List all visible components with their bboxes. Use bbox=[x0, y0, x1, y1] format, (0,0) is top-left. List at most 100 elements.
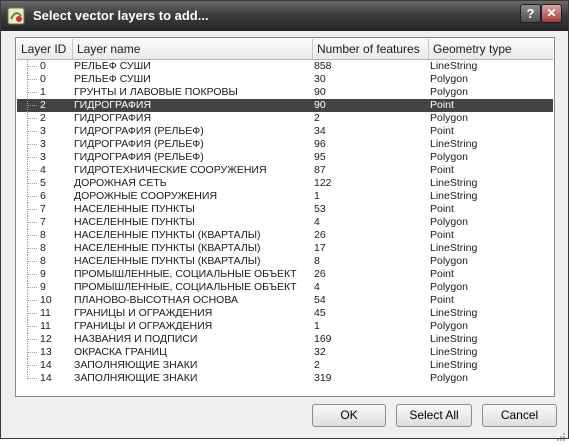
window-title: Select vector layers to add... bbox=[33, 8, 209, 23]
feature-count-cell: 4 bbox=[314, 216, 320, 228]
layer-name-cell: НАСЕЛЕННЫЕ ПУНКТЫ (КВАРТАЛЫ) bbox=[74, 229, 261, 241]
layer-id-cell: 0 bbox=[40, 73, 46, 85]
close-button[interactable]: ✕ bbox=[541, 4, 562, 23]
help-button[interactable]: ? bbox=[520, 4, 541, 23]
layer-id-cell: 13 bbox=[40, 346, 52, 358]
table-row[interactable]: 2 ГИДРОГРАФИЯ 90 Point bbox=[17, 99, 553, 112]
geometry-type-cell: LineString bbox=[430, 359, 478, 371]
tree-branch bbox=[27, 300, 37, 301]
feature-count-cell: 96 bbox=[314, 138, 326, 150]
table-row[interactable]: 3 ГИДРОГРАФИЯ (РЕЛЬЕФ) 34 Point bbox=[17, 125, 553, 138]
layer-name-cell: ЗАПОЛНЯЮЩИЕ ЗНАКИ bbox=[74, 372, 198, 384]
layer-id-cell: 9 bbox=[40, 268, 46, 280]
table-row[interactable]: 1 ГРУНТЫ И ЛАВОВЫЕ ПОКРОВЫ 90 Polygon bbox=[17, 86, 553, 99]
geometry-type-cell: Polygon bbox=[430, 372, 468, 384]
layer-name-cell: ДОРОЖНЫЕ СООРУЖЕНИЯ bbox=[74, 190, 218, 202]
geometry-type-cell: Polygon bbox=[430, 255, 468, 267]
geometry-type-cell: LineString bbox=[430, 242, 478, 254]
feature-count-cell: 17 bbox=[314, 242, 326, 254]
table-row[interactable]: 8 НАСЕЛЕННЫЕ ПУНКТЫ (КВАРТАЛЫ) 26 Point bbox=[17, 229, 553, 242]
geometry-type-cell: LineString bbox=[430, 346, 478, 358]
table-row[interactable]: 12 НАЗВАНИЯ И ПОДПИСИ 169 LineString bbox=[17, 333, 553, 346]
feature-count-cell: 2 bbox=[314, 359, 320, 371]
table-row[interactable]: 3 ГИДРОГРАФИЯ (РЕЛЬЕФ) 96 LineString bbox=[17, 138, 553, 151]
layer-id-cell: 8 bbox=[40, 242, 46, 254]
table-row[interactable]: 11 ГРАНИЦЫ И ОГРАЖДЕНИЯ 1 Polygon bbox=[17, 320, 553, 333]
table-row[interactable]: 7 НАСЕЛЕННЫЕ ПУНКТЫ 53 Point bbox=[17, 203, 553, 216]
feature-count-cell: 169 bbox=[314, 333, 332, 345]
feature-count-cell: 4 bbox=[314, 281, 320, 293]
tree-branch bbox=[27, 261, 37, 262]
table-header: Layer ID Layer name Number of features G… bbox=[17, 39, 553, 60]
tree-branch bbox=[27, 352, 37, 353]
feature-count-cell: 319 bbox=[314, 372, 332, 384]
cancel-button[interactable]: Cancel bbox=[482, 404, 557, 427]
table-row[interactable]: 6 ДОРОЖНЫЕ СООРУЖЕНИЯ 1 LineString bbox=[17, 190, 553, 203]
layer-id-cell: 14 bbox=[40, 372, 52, 384]
ok-button[interactable]: OK bbox=[312, 404, 386, 427]
feature-count-cell: 26 bbox=[314, 268, 326, 280]
table-row[interactable]: 3 ГИДРОГРАФИЯ (РЕЛЬЕФ) 95 Polygon bbox=[17, 151, 553, 164]
feature-count-cell: 122 bbox=[314, 177, 332, 189]
table-row[interactable]: 5 ДОРОЖНАЯ СЕТЬ 122 LineString bbox=[17, 177, 553, 190]
layer-name-cell: ГРУНТЫ И ЛАВОВЫЕ ПОКРОВЫ bbox=[74, 86, 238, 98]
geometry-type-cell: Polygon bbox=[430, 216, 468, 228]
table-row[interactable]: 9 ПРОМЫШЛЕННЫЕ, СОЦИАЛЬНЫЕ ОБЪЕКТ 26 Point bbox=[17, 268, 553, 281]
layer-name-cell: ПЛАНОВО-ВЫСОТНАЯ ОСНОВА bbox=[74, 294, 238, 306]
tree-branch bbox=[27, 326, 37, 327]
layer-id-cell: 7 bbox=[40, 203, 46, 215]
table-row[interactable]: 10 ПЛАНОВО-ВЫСОТНАЯ ОСНОВА 54 Point bbox=[17, 294, 553, 307]
layer-name-cell: ПРОМЫШЛЕННЫЕ, СОЦИАЛЬНЫЕ ОБЪЕКТ bbox=[74, 268, 297, 280]
table-row[interactable]: 14 ЗАПОЛНЯЮЩИЕ ЗНАКИ 2 LineString bbox=[17, 359, 553, 372]
table-row[interactable]: 0 РЕЛЬЕФ СУШИ 30 Polygon bbox=[17, 73, 553, 86]
resize-grip-icon[interactable] bbox=[556, 427, 566, 441]
feature-count-cell: 26 bbox=[314, 229, 326, 241]
table-row[interactable]: 2 ГИДРОГРАФИЯ 2 Polygon bbox=[17, 112, 553, 125]
table-row[interactable]: 11 ГРАНИЦЫ И ОГРАЖДЕНИЯ 45 LineString bbox=[17, 307, 553, 320]
title-bar[interactable]: Select vector layers to add... ? ✕ bbox=[1, 1, 568, 31]
tree-branch bbox=[27, 105, 37, 106]
header-geometry-type[interactable]: Geometry type bbox=[429, 39, 553, 59]
geometry-type-cell: Point bbox=[430, 203, 454, 215]
header-number-of-features[interactable]: Number of features bbox=[313, 39, 429, 59]
table-row[interactable]: 14 ЗАПОЛНЯЮЩИЕ ЗНАКИ 319 Polygon bbox=[17, 372, 553, 385]
table-row[interactable]: 13 ОКРАСКА ГРАНИЦ 32 LineString bbox=[17, 346, 553, 359]
table-row[interactable]: 4 ГИДРОТЕХНИЧЕСКИЕ СООРУЖЕНИЯ 87 Point bbox=[17, 164, 553, 177]
geometry-type-cell: Point bbox=[430, 99, 454, 111]
geometry-type-cell: LineString bbox=[430, 177, 478, 189]
tree-branch bbox=[27, 79, 37, 80]
layer-id-cell: 0 bbox=[40, 60, 46, 72]
layer-name-cell: НАЗВАНИЯ И ПОДПИСИ bbox=[74, 333, 198, 345]
layer-id-cell: 6 bbox=[40, 190, 46, 202]
header-layer-id[interactable]: Layer ID bbox=[17, 39, 73, 59]
layer-name-cell: НАСЕЛЕННЫЕ ПУНКТЫ (КВАРТАЛЫ) bbox=[74, 242, 261, 254]
tree-branch bbox=[27, 196, 37, 197]
layer-name-cell: НАСЕЛЕННЫЕ ПУНКТЫ (КВАРТАЛЫ) bbox=[74, 255, 261, 267]
tree-branch bbox=[27, 378, 37, 379]
qgis-app-icon bbox=[7, 7, 25, 25]
layer-list[interactable]: Layer ID Layer name Number of features G… bbox=[15, 37, 555, 397]
table-row[interactable]: 0 РЕЛЬЕФ СУШИ 858 LineString bbox=[17, 60, 553, 73]
close-icon: ✕ bbox=[546, 6, 557, 20]
layer-id-cell: 8 bbox=[40, 255, 46, 267]
header-layer-name[interactable]: Layer name bbox=[73, 39, 313, 59]
geometry-type-cell: LineString bbox=[430, 190, 478, 202]
tree-branch bbox=[27, 339, 37, 340]
table-row[interactable]: 8 НАСЕЛЕННЫЕ ПУНКТЫ (КВАРТАЛЫ) 17 LineStrin… bbox=[17, 242, 553, 255]
geometry-type-cell: Point bbox=[430, 229, 454, 241]
layer-name-cell: ГИДРОГРАФИЯ (РЕЛЬЕФ) bbox=[74, 138, 204, 150]
feature-count-cell: 34 bbox=[314, 125, 326, 137]
table-row[interactable]: 9 ПРОМЫШЛЕННЫЕ, СОЦИАЛЬНЫЕ ОБЪЕКТ 4 Polygon bbox=[17, 281, 553, 294]
tree-branch bbox=[27, 235, 37, 236]
layer-id-cell: 3 bbox=[40, 138, 46, 150]
tree-branch bbox=[27, 144, 37, 145]
tree-branch bbox=[27, 66, 37, 67]
geometry-type-cell: Polygon bbox=[430, 112, 468, 124]
geometry-type-cell: Polygon bbox=[430, 151, 468, 163]
table-row[interactable]: 8 НАСЕЛЕННЫЕ ПУНКТЫ (КВАРТАЛЫ) 8 Polygon bbox=[17, 255, 553, 268]
layer-id-cell: 5 bbox=[40, 177, 46, 189]
geometry-type-cell: LineString bbox=[430, 60, 478, 72]
layer-id-cell: 12 bbox=[40, 333, 52, 345]
table-row[interactable]: 7 НАСЕЛЕННЫЕ ПУНКТЫ 4 Polygon bbox=[17, 216, 553, 229]
select-all-button[interactable]: Select All bbox=[396, 404, 472, 427]
